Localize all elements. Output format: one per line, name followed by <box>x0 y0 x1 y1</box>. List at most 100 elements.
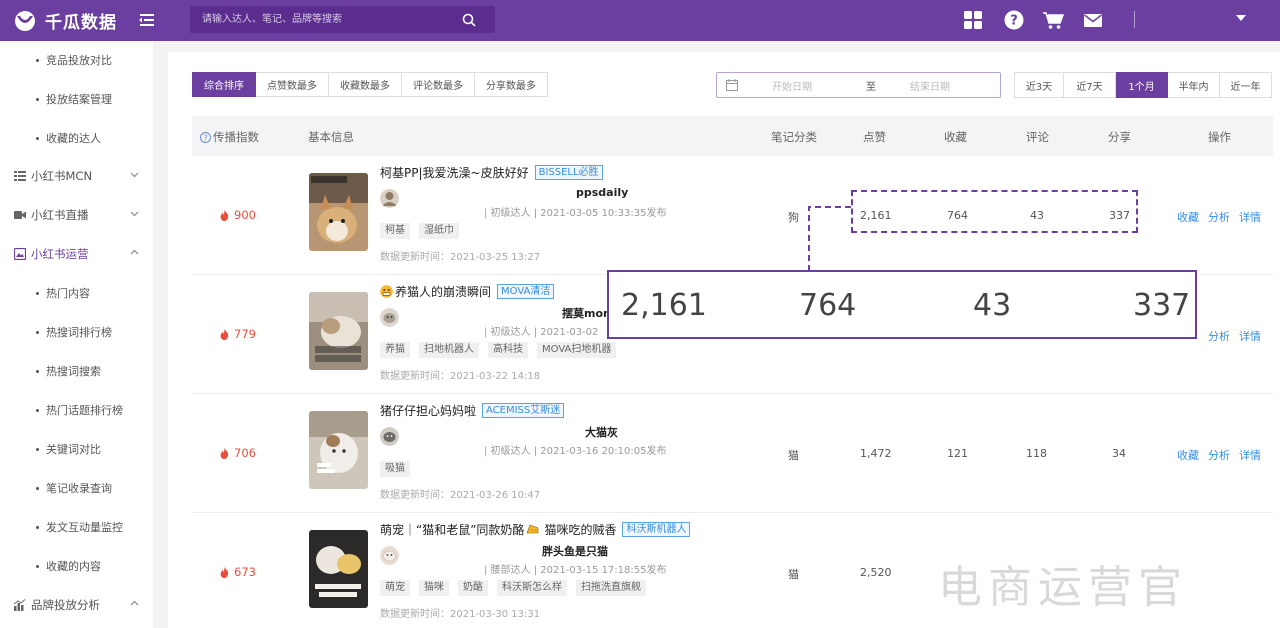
tab-period-3d[interactable]: 近3天 <box>1014 72 1064 98</box>
note-title[interactable]: 养猫人的崩溃瞬间 <box>395 283 491 300</box>
logo-icon <box>15 10 35 31</box>
user-menu-caret-icon[interactable] <box>1236 15 1246 21</box>
help-icon[interactable]: ? <box>1004 10 1024 30</box>
sidebar-item-engagement-monitor[interactable]: 发文互动量监控 <box>36 519 123 535</box>
detail-button[interactable]: 详情 <box>1239 447 1261 463</box>
menu-toggle-icon[interactable] <box>138 11 156 29</box>
detail-button[interactable]: 详情 <box>1239 209 1261 225</box>
hot-value: 706 <box>234 446 256 460</box>
zoomed-comments: 43 <box>973 288 1012 323</box>
chevron-down-icon <box>130 172 139 178</box>
note-tag[interactable]: 奶酪 <box>458 580 488 596</box>
avatar[interactable] <box>380 546 399 565</box>
avatar[interactable] <box>380 308 399 327</box>
sidebar-item-campaign-report[interactable]: 投放结案管理 <box>36 91 112 107</box>
tab-period-1m[interactable]: 1个月 <box>1116 72 1168 98</box>
note-thumbnail[interactable] <box>309 173 368 251</box>
analyze-button[interactable]: 分析 <box>1208 328 1230 344</box>
note-tag[interactable]: 吸猫 <box>380 461 410 477</box>
sidebar-item-hot-search[interactable]: 热搜词搜索 <box>36 363 101 379</box>
zoomed-favorites: 764 <box>799 288 857 323</box>
note-title[interactable]: 萌宠｜“猫和老鼠”同款奶酪 <box>380 521 524 538</box>
note-tag[interactable]: MOVA扫地机器 <box>537 342 617 358</box>
analyze-button[interactable]: 分析 <box>1208 209 1230 225</box>
note-tag[interactable]: 湿纸巾 <box>419 223 459 239</box>
tab-sort-shares[interactable]: 分享数最多 <box>475 72 548 97</box>
note-tag[interactable]: 科沃斯怎么样 <box>497 580 567 596</box>
note-thumbnail[interactable] <box>309 292 368 370</box>
table-row[interactable]: 706 猪仔仔担心妈妈啦 ACEMISS艾斯迷 大猫灰 | 初级达人 | 202… <box>192 394 1273 513</box>
favorite-button[interactable]: 收藏 <box>1177 447 1199 463</box>
sidebar-item-hot-search-ranking[interactable]: 热搜词排行榜 <box>36 324 112 340</box>
end-date-input[interactable]: 结束日期 <box>910 78 950 93</box>
shares-value: 34 <box>1112 447 1126 460</box>
avatar[interactable] <box>380 189 399 208</box>
mail-icon[interactable] <box>1083 10 1103 30</box>
sidebar-item-label: 热搜词搜索 <box>46 365 101 378</box>
tab-period-1y[interactable]: 近一年 <box>1220 72 1272 98</box>
tab-period-7d[interactable]: 近7天 <box>1064 72 1116 98</box>
brand-tag[interactable]: MOVA清洁 <box>497 284 555 299</box>
sidebar-item-label: 热门内容 <box>46 287 90 300</box>
sidebar-item-saved-content[interactable]: 收藏的内容 <box>36 558 101 574</box>
author-name[interactable]: 大猫灰 <box>585 424 618 440</box>
grid-icon[interactable] <box>963 10 983 30</box>
note-tag[interactable]: 高科技 <box>488 342 528 358</box>
cart-icon[interactable] <box>1042 10 1064 30</box>
brand-tag[interactable]: 科沃斯机器人 <box>622 522 691 537</box>
question-icon[interactable]: ? <box>200 131 211 143</box>
sidebar-item-label: 收藏的内容 <box>46 560 101 573</box>
tab-sort-favorites[interactable]: 收藏数最多 <box>329 72 402 97</box>
list-icon <box>14 171 26 181</box>
sidebar-item-saved-kols[interactable]: 收藏的达人 <box>36 130 101 146</box>
note-title-suffix[interactable]: 猫咪吃的贼香 <box>544 521 616 538</box>
tab-period-6m[interactable]: 半年内 <box>1168 72 1220 98</box>
author-name[interactable]: ppsdaily <box>576 186 628 199</box>
note-thumbnail[interactable] <box>309 530 368 608</box>
comments-value: 118 <box>1026 447 1047 460</box>
tab-sort-comments[interactable]: 评论数最多 <box>402 72 475 97</box>
sidebar-item-note-index[interactable]: 笔记收录查询 <box>36 480 112 496</box>
sidebar-group-brand-analysis[interactable]: 品牌投放分析 <box>14 597 139 613</box>
sidebar-group-live[interactable]: 小红书直播 <box>14 207 139 223</box>
sidebar-group-mcn[interactable]: 小红书MCN <box>14 168 139 184</box>
note-title[interactable]: 柯基PP|我爱洗澡~皮肤好好 <box>380 164 529 181</box>
period-tabs: 近3天 近7天 1个月 半年内 近一年 <box>1014 72 1272 98</box>
favorite-button[interactable]: 收藏 <box>1177 209 1199 225</box>
note-tag[interactable]: 扫地机器人 <box>419 342 479 358</box>
note-tag[interactable]: 养猫 <box>380 342 410 358</box>
sidebar-group-operations[interactable]: 小红书运营 <box>14 246 139 262</box>
note-title-line: 萌宠｜“猫和老鼠”同款奶酪 猫咪吃的贼香 科沃斯机器人 <box>380 521 691 538</box>
brand-tag[interactable]: BISSELL必胜 <box>534 165 603 180</box>
detail-button[interactable]: 详情 <box>1239 328 1261 344</box>
sidebar-item-hot-topics[interactable]: 热门话题排行榜 <box>36 402 123 418</box>
search-icon <box>462 13 476 27</box>
hot-index: 900 <box>220 208 256 222</box>
tab-sort-likes[interactable]: 点赞数最多 <box>256 72 329 97</box>
search-button[interactable] <box>443 6 495 33</box>
video-icon <box>14 211 26 219</box>
sidebar-group-label: 小红书运营 <box>31 247 89 261</box>
note-tag[interactable]: 柯基 <box>380 223 410 239</box>
note-title[interactable]: 猪仔仔担心妈妈啦 <box>380 402 476 419</box>
start-date-input[interactable]: 开始日期 <box>772 78 812 93</box>
sidebar-group-label: 品牌投放分析 <box>31 598 100 612</box>
logo[interactable]: 千瓜数据 <box>12 8 117 33</box>
note-title-line: 柯基PP|我爱洗澡~皮肤好好 BISSELL必胜 <box>380 164 603 181</box>
author-name[interactable]: 胖头鱼是只猫 <box>542 543 608 559</box>
date-range-picker[interactable]: 开始日期 至 结束日期 <box>716 72 1001 98</box>
sidebar-item-competitor-compare[interactable]: 竞品投放对比 <box>36 52 112 68</box>
search-input[interactable] <box>190 6 452 33</box>
note-tag[interactable]: 猫咪 <box>419 580 449 596</box>
tab-sort-overall[interactable]: 综合排序 <box>192 72 256 97</box>
analyze-button[interactable]: 分析 <box>1208 447 1230 463</box>
hot-value: 779 <box>234 327 256 341</box>
avatar[interactable] <box>380 427 399 446</box>
brand-tag[interactable]: ACEMISS艾斯迷 <box>482 403 565 418</box>
note-tag[interactable]: 萌宠 <box>380 580 410 596</box>
sidebar-item-hot-content[interactable]: 热门内容 <box>36 285 90 301</box>
note-thumbnail[interactable] <box>309 411 368 489</box>
note-category: 猫 <box>788 568 799 581</box>
note-tag[interactable]: 扫拖洗直旗舰 <box>576 580 646 596</box>
sidebar-item-keyword-compare[interactable]: 关键词对比 <box>36 441 101 457</box>
